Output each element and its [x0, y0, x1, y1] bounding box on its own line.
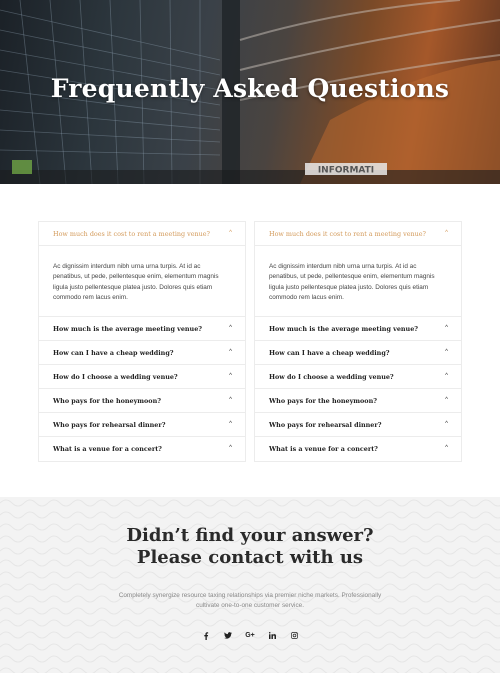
- faq-answer: Ac dignissim interdum nibh urna urna tur…: [39, 246, 245, 317]
- chevron-icon: ^: [229, 373, 232, 379]
- faq-question: Who pays for rehearsal dinner?: [269, 420, 382, 429]
- chevron-icon: ^: [445, 445, 448, 451]
- faq-question: How do I choose a wedding venue?: [269, 372, 394, 381]
- contact-heading: Didn’t find your answer? Please contact …: [0, 525, 500, 569]
- faq-item[interactable]: How can I have a cheap wedding? ^: [39, 341, 245, 365]
- chevron-icon: ^: [229, 421, 232, 427]
- background-pattern: [0, 497, 500, 673]
- facebook-icon[interactable]: [202, 631, 211, 640]
- faq-question: What is a venue for a concert?: [53, 445, 162, 453]
- chevron-icon: ^: [445, 373, 448, 379]
- faq-item[interactable]: What is a venue for a concert? ^: [39, 437, 245, 461]
- faq-item[interactable]: Who pays for rehearsal dinner? ^: [39, 413, 245, 437]
- faq-item[interactable]: How much is the average meeting venue? ^: [39, 317, 245, 341]
- page-title: Frequently Asked Questions: [50, 74, 450, 103]
- chevron-up-icon: ^: [229, 230, 232, 236]
- chevron-icon: ^: [229, 397, 232, 403]
- faq-column-left: How much does it cost to rent a meeting …: [38, 221, 246, 462]
- chevron-icon: ^: [445, 397, 448, 403]
- faq-item-open[interactable]: How much does it cost to rent a meeting …: [255, 222, 461, 246]
- contact-heading-line2: Please contact with us: [136, 547, 364, 568]
- faq-question: Who pays for rehearsal dinner?: [53, 420, 166, 429]
- hero-sign-text: INFORMATI: [318, 166, 374, 176]
- faq-column-right: How much does it cost to rent a meeting …: [254, 221, 462, 462]
- twitter-icon[interactable]: [224, 631, 233, 640]
- chevron-icon: ^: [229, 445, 232, 451]
- faq-item[interactable]: How can I have a cheap wedding? ^: [255, 341, 461, 365]
- faq-question: How much does it cost to rent a meeting …: [53, 229, 210, 238]
- social-links: G+: [0, 631, 500, 640]
- google-plus-glyph: G+: [245, 632, 255, 639]
- google-plus-icon[interactable]: G+: [245, 631, 255, 640]
- faq-item-open[interactable]: How much does it cost to rent a meeting …: [39, 222, 245, 246]
- faq-item[interactable]: Who pays for the honeymoon? ^: [39, 389, 245, 413]
- faq-answer: Ac dignissim interdum nibh urna urna tur…: [255, 246, 461, 317]
- faq-question: How can I have a cheap wedding?: [53, 348, 174, 357]
- faq-item[interactable]: How do I choose a wedding venue? ^: [255, 365, 461, 389]
- faq-item[interactable]: How much is the average meeting venue? ^: [255, 317, 461, 341]
- chevron-icon: ^: [445, 325, 448, 331]
- chevron-icon: ^: [229, 349, 232, 355]
- chevron-up-icon: ^: [445, 230, 448, 236]
- faq-question: How much is the average meeting venue?: [53, 324, 203, 333]
- hero-banner: INFORMATI Frequently Asked Questions: [0, 0, 500, 184]
- faq-item[interactable]: How do I choose a wedding venue? ^: [39, 365, 245, 389]
- contact-section: Didn’t find your answer? Please contact …: [0, 497, 500, 673]
- chevron-icon: ^: [445, 349, 448, 355]
- faq-item[interactable]: What is a venue for a concert? ^: [255, 437, 461, 461]
- faq-question: How much does it cost to rent a meeting …: [269, 229, 426, 238]
- chevron-icon: ^: [229, 325, 232, 331]
- faq-question: How much is the average meeting venue?: [269, 324, 419, 333]
- faq-question: Who pays for the honeymoon?: [269, 396, 377, 405]
- contact-heading-line1: Didn’t find your answer?: [126, 525, 374, 546]
- contact-description: Completely synergize resource taxing rel…: [118, 592, 382, 609]
- instagram-icon[interactable]: [290, 631, 299, 640]
- faq-question: How can I have a cheap wedding?: [269, 348, 390, 357]
- chevron-icon: ^: [445, 421, 448, 427]
- faq-item[interactable]: Who pays for the honeymoon? ^: [255, 389, 461, 413]
- faq-question: How do I choose a wedding venue?: [53, 372, 178, 381]
- linkedin-icon[interactable]: [268, 631, 277, 640]
- faq-question: Who pays for the honeymoon?: [53, 396, 161, 405]
- faq-item[interactable]: Who pays for rehearsal dinner? ^: [255, 413, 461, 437]
- faq-question: What is a venue for a concert?: [269, 445, 378, 453]
